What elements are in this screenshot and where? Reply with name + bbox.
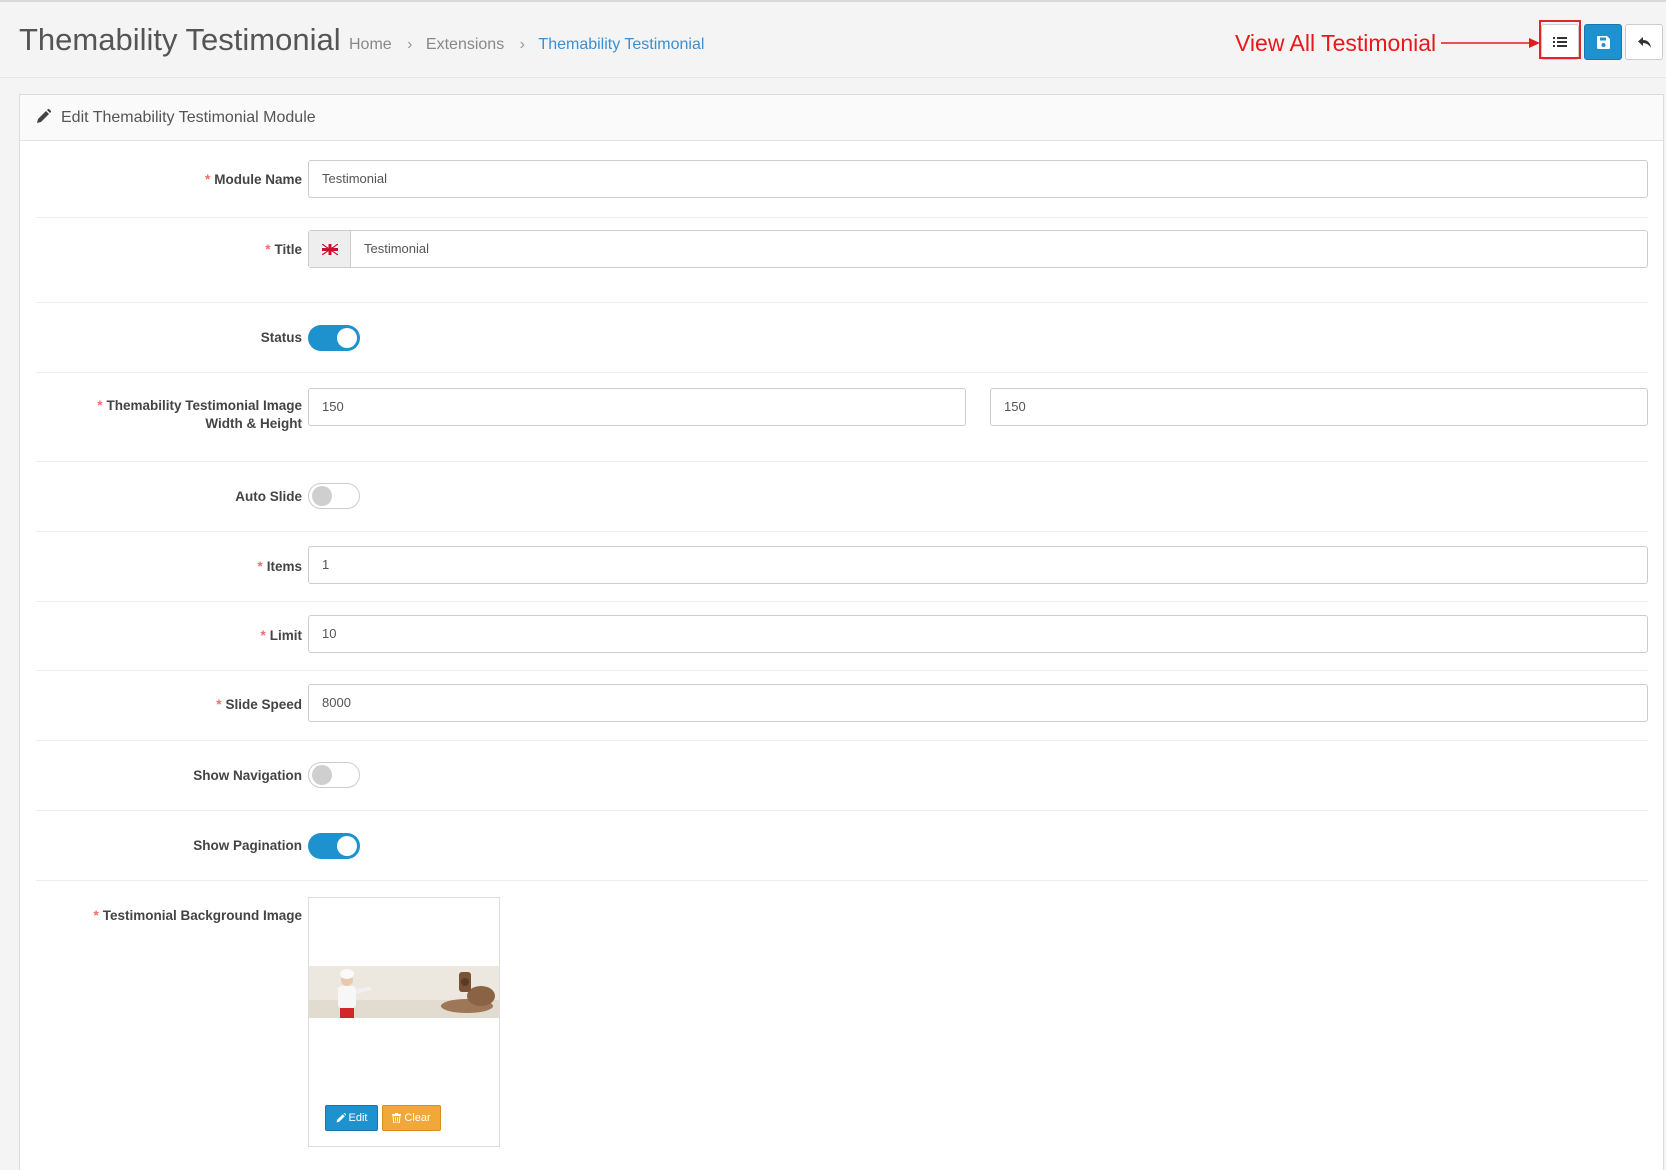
breadcrumb-extensions[interactable]: Extensions [426, 36, 504, 53]
form-row-auto-slide: Auto Slide [36, 462, 1648, 532]
save-icon [1596, 35, 1610, 49]
title-label: * Title [265, 242, 302, 257]
form-row-limit: * Limit 10 [36, 602, 1648, 671]
show-pagination-toggle[interactable] [308, 833, 360, 859]
form-row-slide-speed: * Slide Speed 8000 [36, 671, 1648, 741]
annotation-highlight-box [1539, 20, 1581, 59]
title-input[interactable]: Testimonial [364, 231, 429, 267]
background-image-label: * Testimonial Background Image [93, 908, 302, 923]
form-row-status: Status [36, 303, 1648, 373]
form-row-module-name: * Module Name Testimonial [36, 148, 1648, 218]
panel-title: Edit Themability Testimonial Module [61, 109, 316, 126]
form-row-title: * Title Testimonial [36, 218, 1648, 303]
annotation-arrow-icon [1441, 38, 1540, 48]
limit-label: * Limit [260, 628, 302, 643]
toggle-knob [337, 328, 357, 348]
language-addon [309, 231, 351, 267]
show-navigation-label: Show Navigation [193, 768, 302, 783]
form-row-image-size: * Themability Testimonial Image Width & H… [36, 373, 1648, 462]
chevron-right-icon: › [407, 36, 413, 53]
clear-image-button[interactable]: Clear [382, 1105, 441, 1131]
toggle-knob [312, 486, 332, 506]
auto-slide-label: Auto Slide [235, 489, 302, 504]
module-name-label: * Module Name [204, 172, 302, 187]
auto-slide-toggle[interactable] [308, 483, 360, 509]
background-image-preview [309, 966, 499, 1018]
trash-icon [392, 1113, 402, 1123]
background-image-thumbnail[interactable]: Edit Clear [308, 897, 500, 1147]
toggle-knob [312, 765, 332, 785]
panel-heading: Edit Themability Testimonial Module [20, 95, 1663, 141]
breadcrumb-current[interactable]: Themability Testimonial [538, 36, 704, 53]
items-label: * Items [257, 559, 302, 574]
annotation-label: View All Testimonial [1235, 30, 1437, 56]
form-row-show-navigation: Show Navigation [36, 741, 1648, 811]
status-label: Status [260, 330, 302, 345]
chevron-right-icon: › [519, 36, 525, 53]
page-header: Themability Testimonial Home › Extension… [0, 2, 1666, 78]
show-navigation-toggle[interactable] [308, 762, 360, 788]
status-toggle[interactable] [308, 325, 360, 351]
image-height-input[interactable]: 150 [990, 388, 1648, 426]
breadcrumb-home[interactable]: Home [349, 36, 392, 53]
page-title: Themability Testimonial [19, 22, 341, 57]
edit-module-panel: Edit Themability Testimonial Module * Mod… [19, 94, 1664, 1170]
edit-image-label: Edit [348, 1112, 368, 1124]
uk-flag-icon [321, 243, 338, 255]
edit-image-button[interactable]: Edit [325, 1105, 378, 1131]
reply-icon [1637, 36, 1651, 48]
save-button[interactable] [1584, 24, 1622, 60]
pencil-icon [336, 1113, 346, 1123]
image-width-input[interactable]: 150 [308, 388, 966, 426]
items-input[interactable]: 1 [308, 546, 1648, 584]
form-row-items: * Items 1 [36, 532, 1648, 602]
show-pagination-label: Show Pagination [193, 838, 302, 853]
title-input-group: Testimonial [308, 230, 1648, 268]
slide-speed-input[interactable]: 8000 [308, 684, 1648, 722]
limit-input[interactable]: 10 [308, 615, 1648, 653]
module-name-input[interactable]: Testimonial [308, 160, 1648, 198]
image-size-label: * Themability Testimonial Image Width & H… [97, 398, 302, 431]
clear-image-label: Clear [404, 1112, 431, 1124]
breadcrumb: Home › Extensions › Themability Testimon… [349, 36, 704, 54]
toggle-knob [337, 836, 357, 856]
slide-speed-label: * Slide Speed [216, 697, 302, 712]
pencil-icon [37, 109, 51, 123]
form-row-show-pagination: Show Pagination [36, 811, 1648, 881]
form-row-background-image: * Testimonial Background Image Edit Clea… [36, 881, 1648, 1170]
back-button[interactable] [1625, 24, 1663, 60]
